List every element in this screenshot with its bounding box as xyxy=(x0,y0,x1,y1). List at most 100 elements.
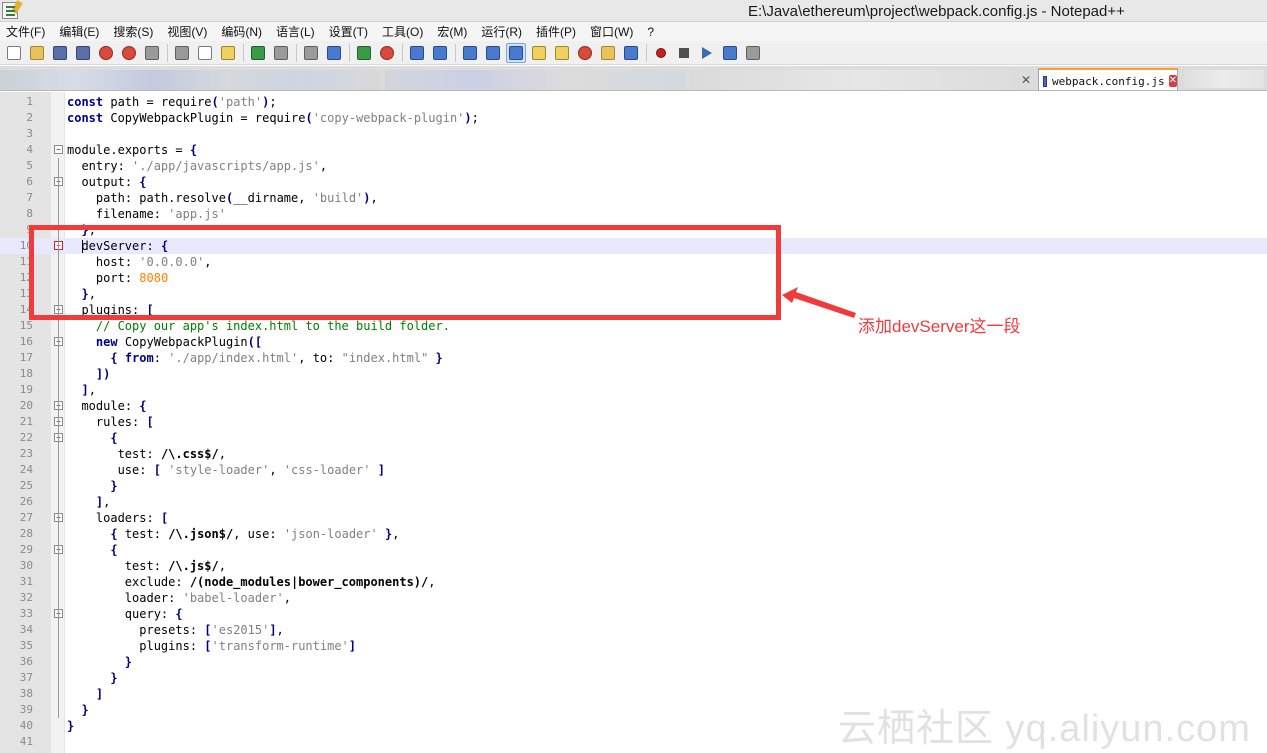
blurred-tab-group[interactable] xyxy=(690,70,1020,90)
code-line[interactable]: 15 // Copy our app's index.html to the b… xyxy=(0,318,1267,334)
undo-button[interactable] xyxy=(248,43,268,63)
code-text[interactable]: { test: /\.json$/, use: 'json-loader' }, xyxy=(67,526,399,542)
code-editor[interactable]: 1 const path = require('path'); 2 const Cop… xyxy=(0,92,1267,753)
code-text[interactable]: ], xyxy=(67,494,110,510)
code-line[interactable]: 32 loader: 'babel-loader', xyxy=(0,590,1267,606)
user-language-button[interactable] xyxy=(529,43,549,63)
blurred-tab-group[interactable] xyxy=(1184,70,1264,88)
code-text[interactable]: ]) xyxy=(67,366,110,382)
save-all-button[interactable] xyxy=(73,43,93,63)
code-line[interactable]: 8 filename: 'app.js' xyxy=(0,206,1267,222)
doc-map-button[interactable] xyxy=(575,43,595,63)
find-button[interactable] xyxy=(301,43,321,63)
code-line[interactable]: 29− { xyxy=(0,542,1267,558)
code-text[interactable]: test: /\.js$/, xyxy=(67,558,226,574)
code-text[interactable]: plugins: ['transform-runtime'] xyxy=(67,638,356,654)
code-text[interactable]: } xyxy=(67,718,74,734)
save-macro-button[interactable] xyxy=(743,43,763,63)
function-list-button[interactable] xyxy=(552,43,572,63)
code-text[interactable]: { xyxy=(67,542,117,558)
record-macro-button[interactable] xyxy=(651,43,671,63)
code-line[interactable]: 35 plugins: ['transform-runtime'] xyxy=(0,638,1267,654)
run-macro-multiple-button[interactable] xyxy=(720,43,740,63)
new-file-button[interactable] xyxy=(4,43,24,63)
code-text[interactable]: // Copy our app's index.html to the buil… xyxy=(67,318,450,334)
sync-horizontal-button[interactable] xyxy=(430,43,450,63)
indent-guide-button[interactable] xyxy=(506,42,526,63)
code-line[interactable]: 4 − module.exports = { xyxy=(0,142,1267,158)
code-line[interactable]: 17 { from: './app/index.html', to: "inde… xyxy=(0,350,1267,366)
replace-button[interactable] xyxy=(324,43,344,63)
close-all-button[interactable] xyxy=(119,43,139,63)
redo-button[interactable] xyxy=(271,43,291,63)
code-text[interactable]: use: [ 'style-loader', 'css-loader' ] xyxy=(67,462,385,478)
code-line[interactable]: 24 use: [ 'style-loader', 'css-loader' ] xyxy=(0,462,1267,478)
code-line[interactable]: 23 test: /\.css$/, xyxy=(0,446,1267,462)
menu-encoding[interactable]: 编码(N) xyxy=(221,23,262,40)
folder-workspace-button[interactable] xyxy=(598,43,618,63)
code-line[interactable]: 30 test: /\.js$/, xyxy=(0,558,1267,574)
code-line[interactable]: 31 exclude: /(node_modules|bower_compone… xyxy=(0,574,1267,590)
menu-search[interactable]: 搜索(S) xyxy=(113,23,153,40)
menu-plugins[interactable]: 插件(P) xyxy=(536,23,576,40)
code-text[interactable]: exclude: /(node_modules|bower_components… xyxy=(67,574,436,590)
code-line[interactable]: 18 ]) xyxy=(0,366,1267,382)
code-text[interactable]: output: { xyxy=(67,174,146,190)
code-text[interactable]: } xyxy=(67,478,117,494)
code-text[interactable]: module.exports = { xyxy=(67,142,197,158)
play-macro-button[interactable] xyxy=(697,43,717,63)
code-line[interactable]: 26 ], xyxy=(0,494,1267,510)
notepadpp-app-icon[interactable] xyxy=(2,0,23,19)
menu-tools[interactable]: 工具(O) xyxy=(382,23,423,40)
paste-button[interactable] xyxy=(218,43,238,63)
code-text[interactable]: const CopyWebpackPlugin = require('copy-… xyxy=(67,110,479,126)
code-line[interactable]: 25 } xyxy=(0,478,1267,494)
code-line[interactable]: 36 } xyxy=(0,654,1267,670)
copy-button[interactable] xyxy=(195,43,215,63)
open-file-button[interactable] xyxy=(27,43,47,63)
code-line[interactable]: 16− new CopyWebpackPlugin([ xyxy=(0,334,1267,350)
print-button[interactable] xyxy=(142,43,162,63)
code-line[interactable]: 27− loaders: [ xyxy=(0,510,1267,526)
code-text[interactable]: } xyxy=(67,654,132,670)
code-line[interactable]: 28 { test: /\.json$/, use: 'json-loader'… xyxy=(0,526,1267,542)
menu-run[interactable]: 运行(R) xyxy=(481,23,522,40)
code-line[interactable]: 6− output: { xyxy=(0,174,1267,190)
code-line[interactable]: 21− rules: [ xyxy=(0,414,1267,430)
code-text[interactable]: } xyxy=(67,670,117,686)
code-text[interactable]: loaders: [ xyxy=(67,510,168,526)
code-line[interactable]: 5 entry: './app/javascripts/app.js', xyxy=(0,158,1267,174)
code-text[interactable]: const path = require('path'); xyxy=(67,94,277,110)
tab-webpack-config[interactable]: webpack.config.js ✕ xyxy=(1038,68,1178,90)
code-line[interactable]: 37 } xyxy=(0,670,1267,686)
code-text[interactable]: module: { xyxy=(67,398,146,414)
blurred-tab-group[interactable] xyxy=(0,70,380,90)
monitor-button[interactable] xyxy=(621,43,641,63)
zoom-in-button[interactable] xyxy=(354,43,374,63)
show-all-chars-button[interactable] xyxy=(483,43,503,63)
menu-edit[interactable]: 编辑(E) xyxy=(59,23,99,40)
code-line[interactable]: 1 const path = require('path'); xyxy=(0,94,1267,110)
code-text[interactable]: filename: 'app.js' xyxy=(67,206,226,222)
code-line[interactable]: 3 xyxy=(0,126,1267,142)
fold-toggle-icon[interactable]: − xyxy=(54,145,63,154)
code-line[interactable]: 19 ], xyxy=(0,382,1267,398)
code-line[interactable]: 33− query: { xyxy=(0,606,1267,622)
menu-view[interactable]: 视图(V) xyxy=(167,23,207,40)
code-text[interactable]: test: /\.css$/, xyxy=(67,446,226,462)
code-text[interactable]: entry: './app/javascripts/app.js', xyxy=(67,158,327,174)
sync-vertical-button[interactable] xyxy=(407,43,427,63)
code-text[interactable]: } xyxy=(67,702,88,718)
code-text[interactable]: loader: 'babel-loader', xyxy=(67,590,291,606)
cut-button[interactable] xyxy=(172,43,192,63)
code-text[interactable]: rules: [ xyxy=(67,414,154,430)
code-text[interactable]: presets: ['es2015'], xyxy=(67,622,284,638)
code-line[interactable]: 22− { xyxy=(0,430,1267,446)
menu-help[interactable]: ? xyxy=(647,25,654,39)
code-text[interactable]: ] xyxy=(67,686,103,702)
zoom-out-button[interactable] xyxy=(377,43,397,63)
blurred-tab-group[interactable] xyxy=(385,70,685,90)
code-text[interactable]: query: { xyxy=(67,606,183,622)
code-line[interactable]: 7 path: path.resolve(__dirname, 'build')… xyxy=(0,190,1267,206)
code-text[interactable]: path: path.resolve(__dirname, 'build'), xyxy=(67,190,378,206)
